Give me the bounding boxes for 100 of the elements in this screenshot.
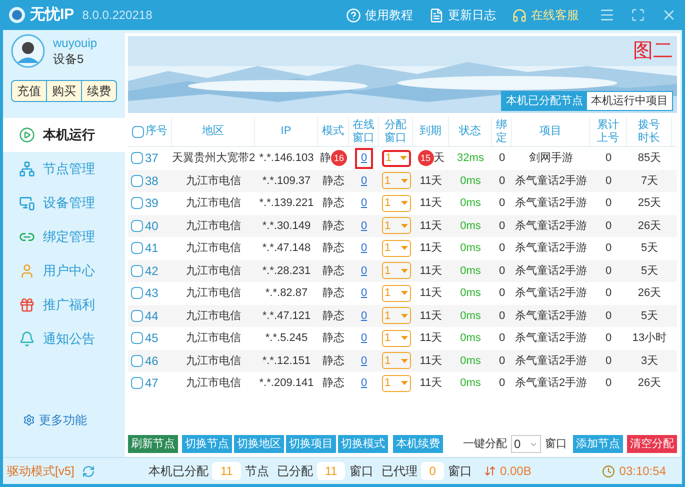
online-window-link[interactable]: 0 xyxy=(356,308,372,324)
online-window-link[interactable]: 0 xyxy=(356,240,372,256)
table-cell-text: 九江市电信 xyxy=(186,330,241,346)
table-cell-text: 剑网手游 xyxy=(529,151,573,166)
row-checkbox[interactable] xyxy=(131,220,143,232)
sidebar-item[interactable]: 设备管理 xyxy=(3,186,125,220)
table-cell-text: *.*.146.103 xyxy=(259,151,314,166)
table-cell-text: 杀气童话2手游 xyxy=(514,376,588,391)
online-window-link[interactable]: 0 xyxy=(356,352,372,369)
sidebar-item[interactable]: 通知公告 xyxy=(3,322,125,356)
online-window-link[interactable]: 0 xyxy=(356,330,372,346)
row-checkbox[interactable] xyxy=(131,310,143,322)
window-count-dropdown[interactable]: 1 xyxy=(382,194,410,212)
tab[interactable]: 本机已分配节点 xyxy=(502,92,587,110)
account-button[interactable]: 续费 xyxy=(81,81,116,101)
row-checkbox[interactable] xyxy=(131,354,143,367)
maximize-icon[interactable] xyxy=(631,8,645,22)
row-checkbox[interactable] xyxy=(131,242,143,254)
title-link[interactable]: 使用教程 xyxy=(346,6,413,24)
table-cell-text: *.*.5.245 xyxy=(265,331,308,346)
table-cell-text: 32ms xyxy=(457,151,484,166)
sidebar-item[interactable]: 推广福利 xyxy=(3,288,125,322)
toolbar-button[interactable]: 切换模式 xyxy=(338,435,388,453)
refresh-icon[interactable] xyxy=(82,464,96,478)
logo-icon xyxy=(8,6,26,24)
help-icon xyxy=(346,8,361,22)
online-window-link[interactable]: 0 xyxy=(356,218,372,234)
toolbar-button[interactable]: 切换节点 xyxy=(182,435,232,453)
online-window-link[interactable]: 0 xyxy=(356,195,372,212)
table-cell-text: 26天 xyxy=(638,376,662,391)
window-count-dropdown[interactable]: 1 xyxy=(382,374,410,392)
menu-item-icon xyxy=(19,127,35,143)
title-link[interactable]: 更新日志 xyxy=(429,6,496,24)
menu-icon[interactable] xyxy=(599,7,615,23)
table-cell-text: 0 xyxy=(605,174,612,188)
row-checkbox[interactable] xyxy=(131,197,143,210)
row-checkbox[interactable] xyxy=(131,264,143,277)
row-checkbox[interactable] xyxy=(131,287,143,300)
table-cell-text: *.*.47.148 xyxy=(262,241,311,256)
online-window-link[interactable]: 0 xyxy=(356,172,372,189)
caret-icon xyxy=(400,224,408,228)
account-button[interactable]: 购买 xyxy=(46,81,81,101)
caret-icon xyxy=(400,268,408,273)
table-cell-text: 0 xyxy=(605,196,612,211)
caret-icon xyxy=(400,246,408,250)
table-cell-text: 11天 xyxy=(420,331,442,346)
select-all-checkbox[interactable] xyxy=(132,126,144,138)
sidebar-item[interactable]: 用户中心 xyxy=(3,254,125,288)
window-count-dropdown[interactable]: 1 xyxy=(382,240,410,257)
window-count-dropdown[interactable]: 1 xyxy=(382,284,410,302)
table-cell-text: 13小时 xyxy=(632,331,667,346)
toolbar-button[interactable]: 清空分配 xyxy=(627,435,677,453)
online-window-link[interactable]: 0 xyxy=(356,262,372,279)
toolbar-button[interactable]: 切换项目 xyxy=(286,435,336,453)
callout-badge: 16 xyxy=(331,150,347,166)
window-count-dropdown[interactable]: 1 xyxy=(382,352,410,370)
row-checkbox[interactable] xyxy=(131,174,143,187)
table-cell-text: 25天 xyxy=(638,196,662,211)
table-cell-text: 杀气童话2手游 xyxy=(514,286,588,301)
headset-icon xyxy=(512,8,527,22)
sidebar-item[interactable]: 节点管理 xyxy=(3,152,125,186)
window-count-dropdown[interactable]: 1 xyxy=(382,150,410,167)
menu-item-icon xyxy=(19,297,35,313)
online-window-link[interactable]: 0 xyxy=(356,285,372,302)
table-cell-text: 静态 xyxy=(322,330,344,346)
row-number: 39 xyxy=(145,195,158,212)
table-cell-text: 85天 xyxy=(638,151,662,166)
online-window-link[interactable]: 0 xyxy=(356,150,372,166)
online-service-link[interactable]: 在线客服 xyxy=(512,6,579,24)
table-cell-text: 静态 xyxy=(322,308,344,324)
table-cell-text: 0 xyxy=(605,241,612,256)
row-checkbox[interactable] xyxy=(131,332,143,344)
sidebar-item[interactable]: 本机运行 xyxy=(3,118,125,152)
window-count-dropdown[interactable]: 1 xyxy=(382,217,410,234)
window-count-dropdown[interactable]: 1 xyxy=(382,262,410,280)
table-cell-text: 九江市电信 xyxy=(186,308,241,324)
window-count-dropdown[interactable]: 1 xyxy=(382,330,410,347)
row-number: 40 xyxy=(145,218,158,235)
more-functions-link[interactable]: 更多功能 xyxy=(3,411,125,429)
toolbar-button[interactable]: 切换地区 xyxy=(234,435,284,453)
table-cell-text: 0 xyxy=(605,331,612,346)
assign-dropdown[interactable]: 0 xyxy=(511,435,541,453)
column-header: 绑定 xyxy=(495,118,508,144)
toolbar-button[interactable]: 本机续费 xyxy=(393,435,443,453)
account-button[interactable]: 充值 xyxy=(12,81,46,101)
toolbar-button[interactable]: 添加节点 xyxy=(573,435,623,453)
window-count-dropdown[interactable]: 1 xyxy=(382,172,410,190)
table-cell-text: 静态 xyxy=(322,174,344,188)
table-cell-text: 11天 xyxy=(420,241,442,256)
caret-icon xyxy=(400,381,408,386)
row-checkbox[interactable] xyxy=(131,377,143,390)
window-count-dropdown[interactable]: 1 xyxy=(382,307,410,324)
toolbar-button[interactable]: 刷新节点 xyxy=(128,435,178,453)
sidebar-item[interactable]: 绑定管理 xyxy=(3,220,125,254)
row-checkbox[interactable] xyxy=(131,152,143,164)
stat-value: 11 xyxy=(316,462,346,480)
table-cell-text: 杀气童话2手游 xyxy=(514,264,588,278)
table-cell-text: 静态 xyxy=(322,376,344,391)
online-window-link[interactable]: 0 xyxy=(356,375,372,392)
tab[interactable]: 本机运行中项目 xyxy=(587,92,672,110)
